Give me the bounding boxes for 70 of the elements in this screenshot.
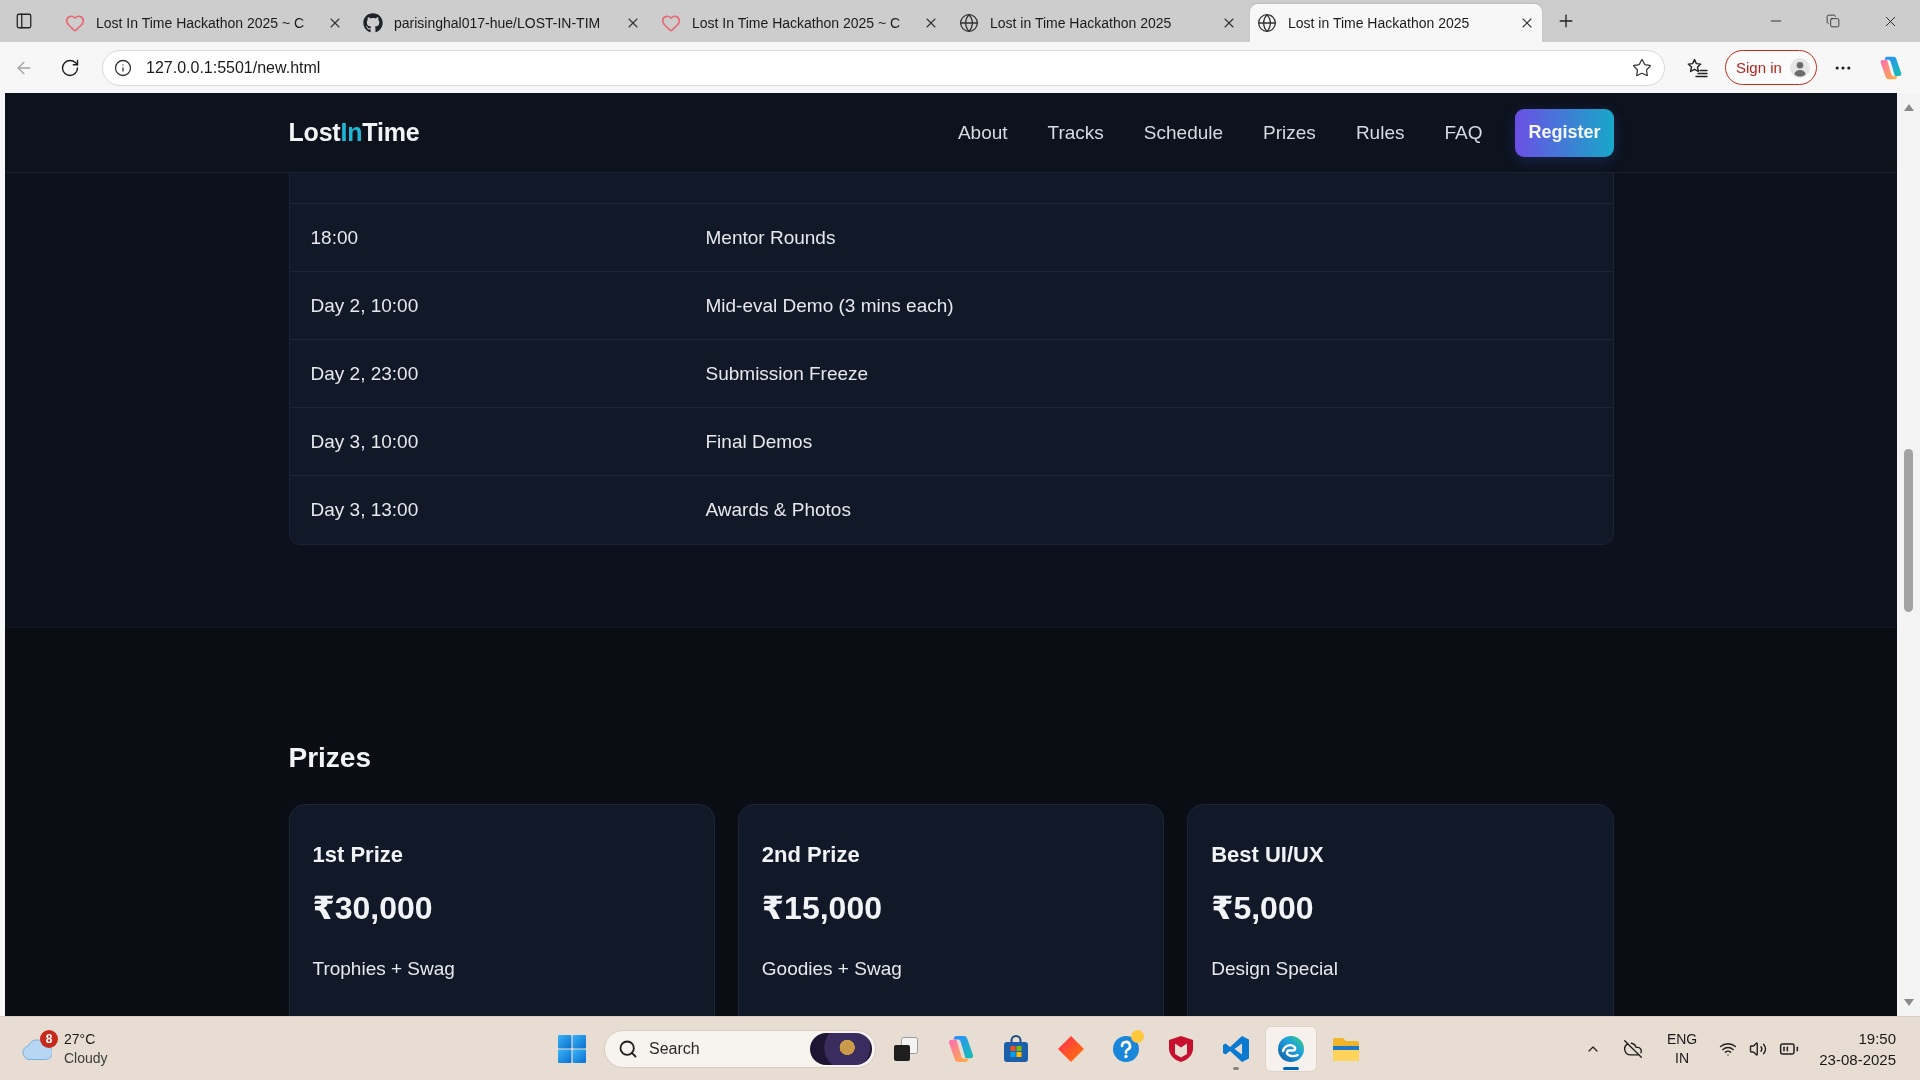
shopping-bag-icon bbox=[1002, 1034, 1030, 1063]
prize-amount: ₹30,000 bbox=[312, 889, 433, 928]
restore-icon[interactable] bbox=[1826, 14, 1840, 28]
browser-tab[interactable]: Lost in Time Hackathon 2025 bbox=[952, 4, 1244, 42]
globe-icon bbox=[1257, 13, 1277, 33]
weather-temperature[interactable]: 27°C bbox=[64, 1029, 96, 1049]
sign-in-button[interactable]: Sign in bbox=[1725, 50, 1817, 85]
nav-link[interactable]: Schedule bbox=[1143, 121, 1224, 144]
notification-badge: 8 bbox=[40, 1029, 58, 1048]
info-icon[interactable] bbox=[114, 58, 132, 77]
time-cell: Day 3, 10:00 bbox=[310, 430, 419, 453]
search-field[interactable]: Search bbox=[604, 1029, 876, 1068]
event-cell: Mentor Rounds bbox=[705, 226, 836, 249]
section-heading: Prizes bbox=[288, 741, 371, 775]
volume-icon[interactable] bbox=[1749, 1039, 1768, 1058]
weather-condition[interactable]: Cloudy bbox=[64, 1048, 108, 1068]
language-indicator[interactable]: ENG IN bbox=[1666, 1029, 1698, 1068]
prize-title: Best UI/UX bbox=[1211, 841, 1324, 869]
cloud-off-icon[interactable] bbox=[1622, 1038, 1643, 1059]
scrollbar-thumb[interactable] bbox=[1904, 449, 1913, 612]
prize-description: Trophies + Swag bbox=[312, 957, 455, 981]
time-cell: 18:00 bbox=[310, 226, 359, 249]
nav-link[interactable]: Tracks bbox=[1047, 121, 1104, 144]
prize-title: 2nd Prize bbox=[761, 841, 860, 869]
event-cell: Final Demos bbox=[705, 430, 813, 453]
prize-amount: ₹5,000 bbox=[1211, 889, 1314, 928]
diamond-icon bbox=[1057, 1034, 1085, 1063]
swirl-logo-icon bbox=[947, 1034, 975, 1063]
prize-amount: ₹15,000 bbox=[761, 889, 882, 928]
heart-icon bbox=[661, 13, 681, 33]
browser-tab[interactable]: parisinghal017-hue/LOST-IN-TIM bbox=[356, 4, 648, 42]
event-cell: Mid-eval Demo (3 mins each) bbox=[705, 294, 954, 317]
heart-icon bbox=[65, 13, 85, 33]
time-cell: Day 3, 13:00 bbox=[310, 499, 419, 521]
shield-icon bbox=[1167, 1034, 1195, 1063]
question-circle-icon bbox=[1112, 1034, 1140, 1063]
sidebar-toggle-icon[interactable] bbox=[15, 12, 33, 30]
image-placeholder[interactable] bbox=[810, 1032, 872, 1065]
register-button[interactable]: Register bbox=[1515, 108, 1614, 157]
wave-logo-icon bbox=[1277, 1034, 1305, 1063]
star-list-icon[interactable] bbox=[1687, 57, 1708, 78]
event-cell: Awards & Photos bbox=[705, 499, 851, 521]
swirl-logo-icon bbox=[1878, 55, 1903, 80]
star-icon[interactable] bbox=[1632, 57, 1652, 78]
time-cell: Day 2, 23:00 bbox=[310, 362, 419, 385]
prize-title: 1st Prize bbox=[312, 841, 403, 869]
time-cell: Day 2, 10:00 bbox=[310, 294, 419, 317]
nav-link[interactable]: FAQ bbox=[1444, 121, 1483, 144]
browser-tab[interactable]: Lost in Time Hackathon 2025 bbox=[1250, 4, 1542, 42]
scroll-down-icon[interactable] bbox=[1903, 999, 1914, 1006]
nav-link[interactable]: Rules bbox=[1355, 121, 1405, 144]
refresh-icon[interactable] bbox=[60, 57, 80, 78]
four-squares-logo-icon[interactable] bbox=[558, 1034, 586, 1063]
person-icon bbox=[1789, 57, 1810, 78]
globe-icon bbox=[959, 13, 979, 33]
cat-logo-icon bbox=[363, 13, 383, 33]
overlapping-squares-icon bbox=[892, 1034, 920, 1063]
event-cell: Submission Freeze bbox=[705, 362, 869, 385]
nav-link[interactable]: About bbox=[957, 121, 1008, 144]
clock[interactable]: 19:50 23-08-2025 bbox=[1819, 1027, 1896, 1070]
prize-description: Design Special bbox=[1211, 957, 1338, 981]
ribbon-logo-icon bbox=[1222, 1034, 1250, 1063]
site-logo[interactable]: LostInTime bbox=[288, 118, 420, 147]
prize-description: Goodies + Swag bbox=[761, 957, 902, 981]
address-field[interactable]: 127.0.0.1:5501/new.html bbox=[102, 49, 1665, 86]
search-icon bbox=[618, 1038, 638, 1059]
browser-tab[interactable]: Lost In Time Hackathon 2025 ~ C bbox=[58, 4, 350, 42]
scroll-up-icon[interactable] bbox=[1903, 104, 1914, 111]
nav-link[interactable]: Prizes bbox=[1263, 121, 1316, 144]
browser-tab[interactable]: Lost In Time Hackathon 2025 ~ C bbox=[654, 4, 946, 42]
